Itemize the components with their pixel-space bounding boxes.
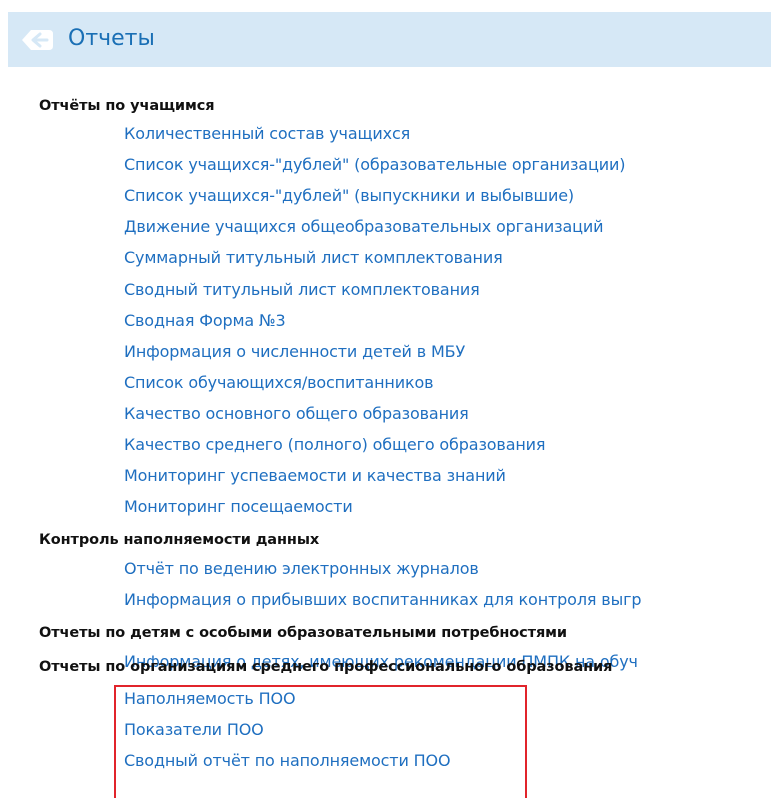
report-link-consolidated-title-sheet[interactable]: Сводный титульный лист комплектования [124,279,480,301]
section-title-vocational: Отчеты по организациям среднего професси… [39,659,613,675]
section-title-data-control: Контроль наполняемости данных [39,532,320,548]
report-link-basic-education-quality[interactable]: Качество основного общего образования [124,403,469,425]
report-link-children-mbu[interactable]: Информация о численности детей в МБУ [124,341,465,363]
reports-list: Отчёты по учащимся Количественный состав… [0,0,771,798]
highlight-box [114,685,527,798]
report-link-pupils-list[interactable]: Список обучающихся/воспитанников [124,372,434,394]
report-link-duplicates-graduates[interactable]: Список учащихся-"дублей" (выпускники и в… [124,185,574,207]
report-link-form-3[interactable]: Сводная Форма №3 [124,310,286,332]
section-title-students: Отчёты по учащимся [39,98,215,114]
report-link-summary-title-sheet[interactable]: Суммарный титульный лист комплектования [124,247,503,269]
report-link-attendance-monitoring[interactable]: Мониторинг посещаемости [124,496,353,518]
report-link-arrived-pupils[interactable]: Информация о прибывших воспитанниках для… [124,589,641,611]
report-link-secondary-education-quality[interactable]: Качество среднего (полного) общего образ… [124,434,546,456]
report-link-electronic-journals[interactable]: Отчёт по ведению электронных журналов [124,558,479,580]
report-link-student-movement[interactable]: Движение учащихся общеобразовательных ор… [124,216,604,238]
report-link-student-count[interactable]: Количественный состав учащихся [124,123,410,145]
report-link-duplicates-orgs[interactable]: Список учащихся-"дублей" (образовательны… [124,154,625,176]
reports-page: Отчеты Отчёты по учащимся Количественный… [0,0,771,798]
section-title-special-needs: Отчеты по детям с особыми образовательны… [39,625,567,641]
report-link-performance-monitoring[interactable]: Мониторинг успеваемости и качества знани… [124,465,506,487]
